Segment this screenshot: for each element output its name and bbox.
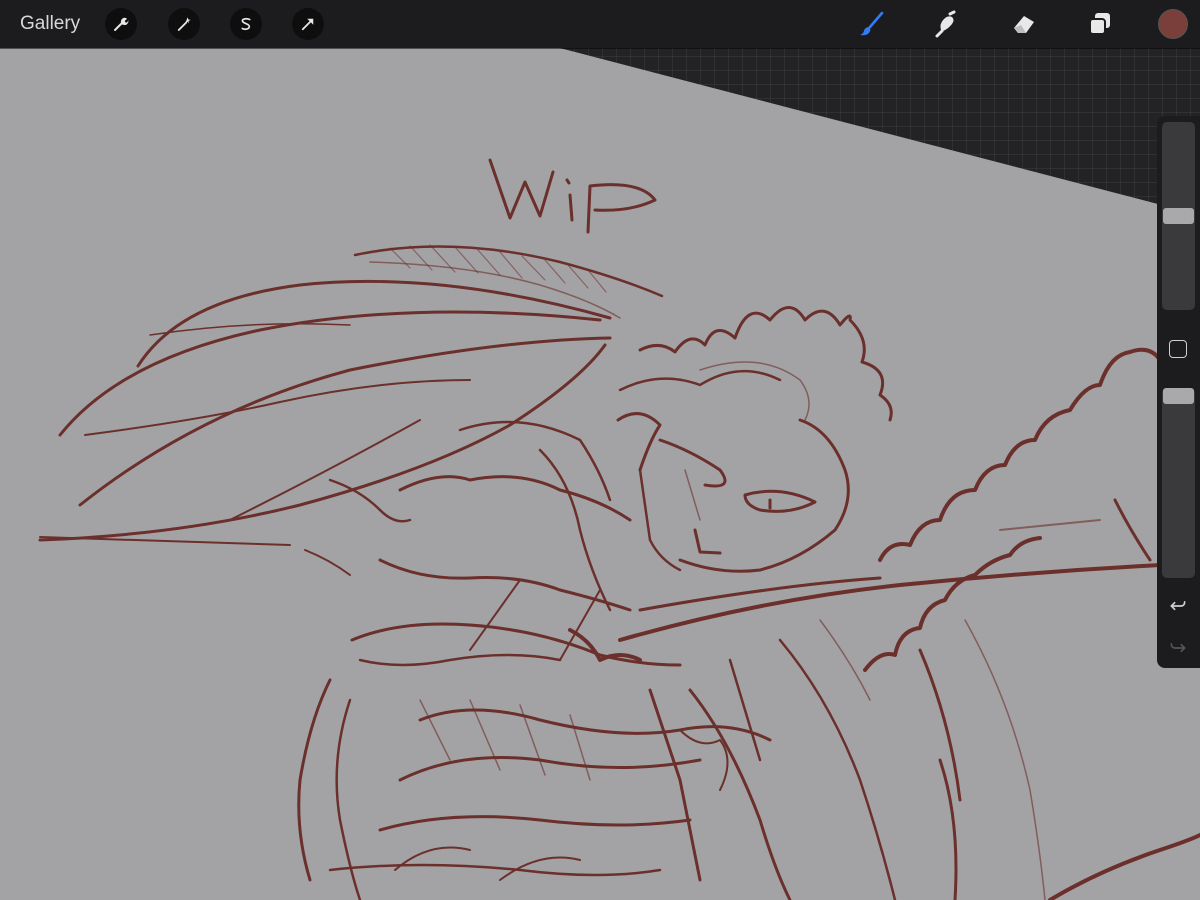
brush-icon[interactable] — [856, 8, 888, 40]
modify-square-icon[interactable] — [1169, 340, 1187, 358]
wrench-icon[interactable] — [105, 8, 137, 40]
gallery-button[interactable]: Gallery — [20, 12, 80, 36]
opacity-thumb[interactable] — [1163, 388, 1194, 404]
selection-s-icon[interactable] — [230, 8, 262, 40]
brush-size-slider[interactable] — [1162, 122, 1195, 310]
eraser-icon[interactable] — [1008, 8, 1040, 40]
redo-icon[interactable] — [1166, 636, 1190, 660]
magic-wand-icon[interactable] — [168, 8, 200, 40]
top-toolbar: Gallery — [0, 0, 1200, 48]
arrow-cursor-icon[interactable] — [292, 8, 324, 40]
opacity-slider[interactable] — [1162, 388, 1195, 578]
drawing-canvas[interactable] — [0, 0, 1200, 900]
color-swatch-button[interactable] — [1158, 9, 1188, 39]
smudge-icon[interactable] — [930, 8, 962, 40]
undo-icon[interactable] — [1166, 594, 1190, 618]
side-toolbar — [1157, 116, 1200, 668]
brush-size-thumb[interactable] — [1163, 208, 1194, 224]
layers-icon[interactable] — [1084, 8, 1116, 40]
